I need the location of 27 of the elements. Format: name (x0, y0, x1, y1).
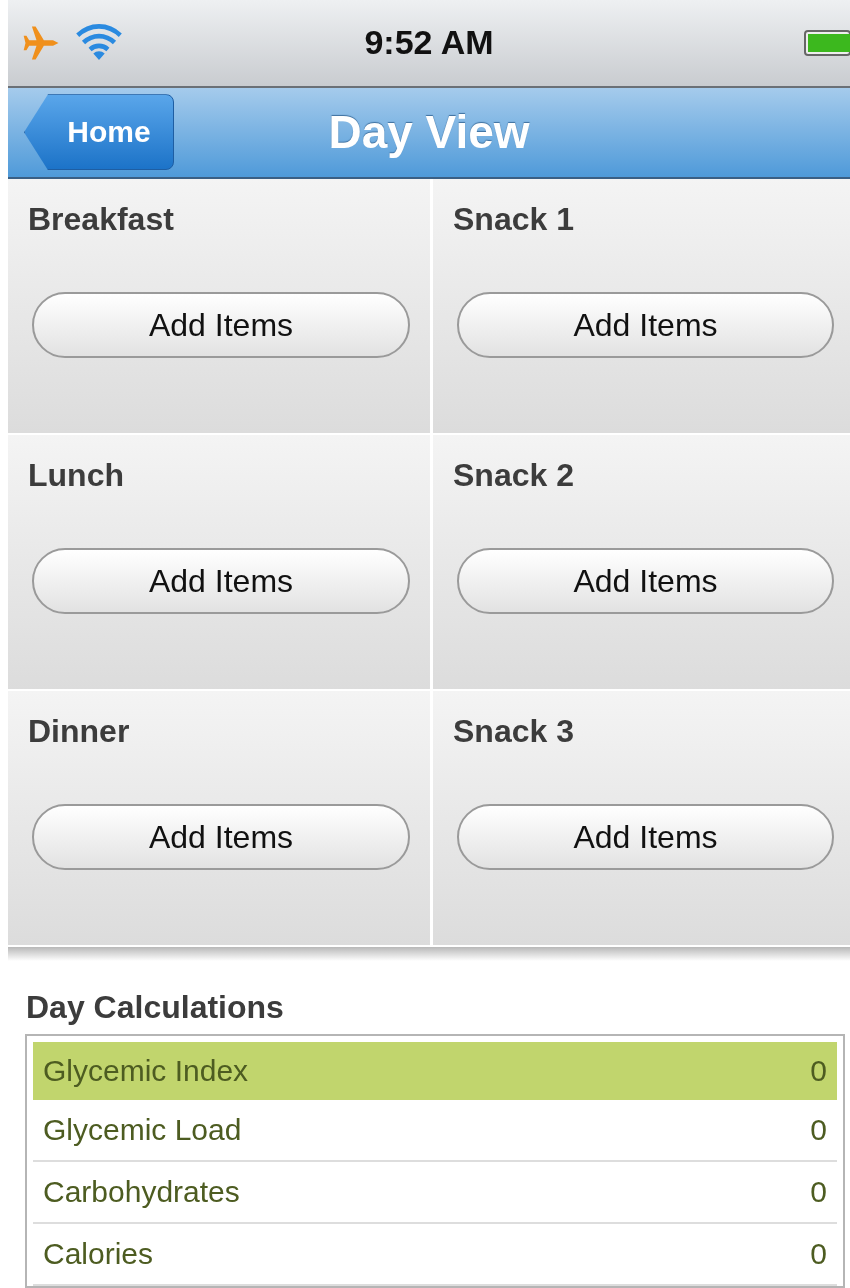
clock-time: 9:52 AM (364, 23, 494, 63)
calculation-label: Glycemic Index (43, 1054, 249, 1088)
calculation-value: 0 (810, 1237, 827, 1271)
calculation-value: 0 (810, 1054, 827, 1088)
meal-name: Snack 2 (453, 457, 575, 495)
add-items-button[interactable]: Add Items (457, 804, 834, 871)
add-items-button[interactable]: Add Items (457, 548, 834, 615)
calculation-value: 0 (810, 1175, 827, 1209)
add-items-button[interactable]: Add Items (32, 292, 410, 359)
add-items-button[interactable]: Add Items (457, 292, 834, 359)
calculation-label: Glycemic Load (43, 1113, 242, 1147)
meal-name: Dinner (28, 713, 131, 751)
add-items-button[interactable]: Add Items (32, 804, 410, 871)
calculation-label: Carbohydrates (43, 1175, 240, 1209)
meal-name: Snack 1 (453, 201, 575, 239)
wifi-icon (76, 23, 122, 62)
battery-icon (804, 29, 850, 56)
meal-name: Breakfast (28, 201, 175, 239)
meal-name: Lunch (28, 457, 125, 495)
add-items-button[interactable]: Add Items (32, 548, 410, 615)
home-back-button[interactable]: Home (24, 94, 174, 171)
section-title: Day Calculations (26, 989, 285, 1026)
page-title: Day View (328, 105, 530, 160)
calculation-row[interactable]: Glycemic Index 0 (33, 1042, 837, 1100)
meal-name: Snack 3 (453, 713, 575, 751)
calculation-label: Calories (43, 1237, 154, 1271)
calculation-value: 0 (810, 1113, 827, 1147)
